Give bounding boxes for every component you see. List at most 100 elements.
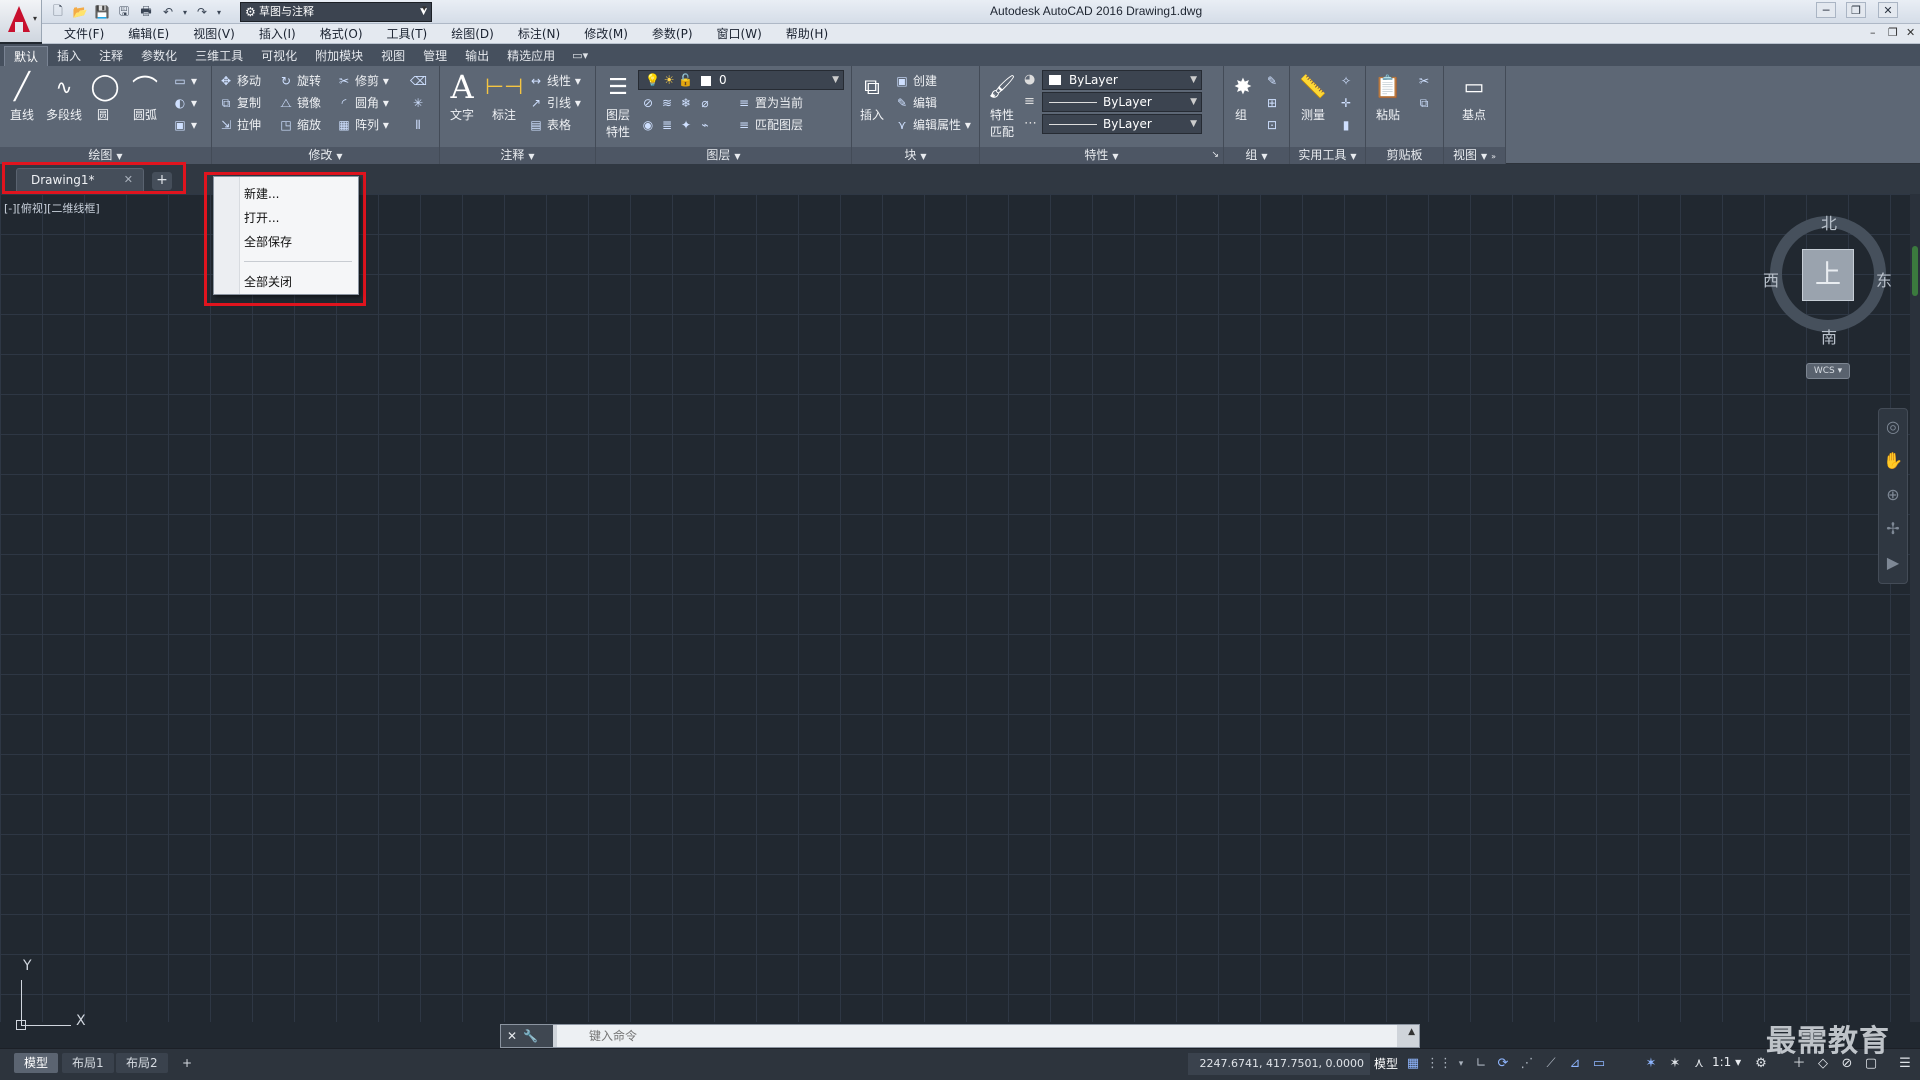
open-file-icon[interactable]: 📂: [70, 3, 90, 21]
tab-featured-apps[interactable]: 精选应用: [498, 46, 564, 66]
layer-dropdown[interactable]: 💡 ☀ 🔓 0 ▼: [638, 70, 844, 90]
color-dropdown[interactable]: ByLayer ▼: [1042, 70, 1202, 90]
menu-tools[interactable]: 工具(T): [375, 24, 440, 44]
doc-restore-icon[interactable]: ❐: [1888, 26, 1898, 39]
annotation-visibility-icon[interactable]: ✶: [1666, 1055, 1684, 1073]
pan-hand-icon[interactable]: ✋: [1879, 443, 1907, 477]
point-button[interactable]: ✛: [1338, 92, 1357, 114]
workspace-selector[interactable]: ⚙ 草图与注释 ▼: [240, 2, 432, 22]
line-button[interactable]: ╱ 直线: [4, 70, 40, 123]
menu-draw[interactable]: 绘图(D): [439, 24, 506, 44]
polar-icon[interactable]: ⟳: [1494, 1055, 1512, 1073]
tab-output[interactable]: 输出: [456, 46, 498, 66]
arc-button[interactable]: ⌒ 圆弧: [124, 70, 166, 123]
ungroup-button[interactable]: ✎: [1264, 70, 1283, 92]
annotation-scale-value[interactable]: 1:1 ▾: [1712, 1055, 1741, 1069]
grid-icon[interactable]: ▦: [1404, 1055, 1422, 1073]
panel-utilities-title[interactable]: 实用工具 ▼: [1290, 147, 1365, 164]
panel-layers-title[interactable]: 图层 ▼: [596, 147, 851, 164]
auto-scale-icon[interactable]: ⋏: [1690, 1055, 1708, 1073]
tab-addins[interactable]: 附加模块: [306, 46, 372, 66]
erase-button[interactable]: ⌫: [410, 70, 429, 92]
zoom-extents-icon[interactable]: ⊕: [1879, 477, 1907, 511]
menu-dimension[interactable]: 标注(N): [506, 24, 572, 44]
properties-launcher-icon[interactable]: ↘: [1211, 147, 1219, 164]
linetype-dropdown[interactable]: ByLayer ▼: [1042, 92, 1202, 112]
mirror-button[interactable]: ⧍ 镜像: [278, 92, 321, 114]
application-menu-button[interactable]: ▾: [0, 0, 42, 42]
tab-annotate[interactable]: 注释: [90, 46, 132, 66]
tab-manage[interactable]: 管理: [414, 46, 456, 66]
redo-dropdown-icon[interactable]: ▾: [214, 3, 224, 21]
menu-modify[interactable]: 修改(M): [572, 24, 640, 44]
annotation-scale-icon[interactable]: ✶: [1642, 1055, 1660, 1073]
dimension-button[interactable]: ⊢⊣ 标注: [485, 70, 523, 123]
group-select-button[interactable]: ⊡: [1264, 114, 1283, 136]
text-button[interactable]: A 文字: [444, 68, 480, 123]
rotate-button[interactable]: ↻ 旋转: [278, 70, 321, 92]
undo-icon[interactable]: ↶: [158, 3, 178, 21]
panel-clipboard-title[interactable]: 剪贴板: [1366, 147, 1443, 164]
snap-dropdown-icon[interactable]: ▾: [1452, 1055, 1470, 1073]
layout-tab-layout2[interactable]: 布局2: [116, 1053, 168, 1073]
doc-minimize-icon[interactable]: –: [1870, 26, 1876, 39]
linear-button[interactable]: ↔ 线性 ▾: [528, 70, 581, 92]
match-properties-button[interactable]: 🖌 特性 匹配: [984, 70, 1020, 140]
compass-north[interactable]: 北: [1821, 210, 1837, 234]
close-icon[interactable]: ✕: [507, 1029, 517, 1043]
menu-file[interactable]: 文件(F): [52, 24, 116, 44]
set-current-button[interactable]: ≡ 置为当前: [736, 92, 803, 114]
menu-parametric[interactable]: 参数(P): [640, 24, 705, 44]
scale-button[interactable]: ◳ 缩放: [278, 114, 321, 136]
tab-default[interactable]: 默认: [4, 46, 49, 66]
panel-modify-title[interactable]: 修改 ▼: [212, 147, 439, 164]
region-button[interactable]: ▣ ▾: [172, 114, 197, 136]
steering-wheel-icon[interactable]: ◎: [1879, 409, 1907, 443]
layer-tool-row-1[interactable]: ⊘ ≋ ❄ ⌀: [640, 92, 716, 114]
showmotion-icon[interactable]: ▶: [1879, 545, 1907, 579]
table-button[interactable]: ▤ 表格: [528, 114, 571, 136]
circle-button[interactable]: ◯ 圆: [88, 70, 119, 123]
array-button[interactable]: ▦ 阵列 ▾: [336, 114, 389, 136]
create-block-button[interactable]: ▣ 创建: [894, 70, 937, 92]
edit-attributes-button[interactable]: ⋎ 编辑属性 ▾: [894, 114, 971, 136]
offset-button[interactable]: ⫴: [410, 114, 429, 136]
customization-menu-icon[interactable]: ☰: [1896, 1055, 1914, 1073]
lineweight-toggle-icon[interactable]: ⊿: [1566, 1055, 1584, 1073]
vertical-scrollbar[interactable]: [1910, 194, 1920, 1022]
tab-3d-tools[interactable]: 三维工具: [186, 46, 252, 66]
insert-block-button[interactable]: ⧉ 插入: [854, 70, 890, 123]
coordinates-display[interactable]: 2247.6741, 417.7501, 0.0000: [1188, 1053, 1370, 1075]
panel-view-title[interactable]: 视图 ▼»: [1444, 147, 1505, 164]
save-as-icon[interactable]: 🖫: [114, 3, 134, 21]
leader-button[interactable]: ↗ 引线 ▾: [528, 92, 581, 114]
explode-button[interactable]: ✳: [410, 92, 429, 114]
redo-icon[interactable]: ↷: [192, 3, 212, 21]
new-file-icon[interactable]: 🗋: [48, 3, 68, 21]
wrench-icon[interactable]: 🔧: [523, 1029, 538, 1043]
quick-select-button[interactable]: ✧: [1338, 70, 1357, 92]
layout-tab-model[interactable]: 模型: [14, 1053, 59, 1073]
compass-east[interactable]: 东: [1876, 267, 1892, 291]
tab-parametric[interactable]: 参数化: [132, 46, 186, 66]
viewport-controls[interactable]: [-][俯视][二维线框]: [4, 200, 100, 216]
snap-icon[interactable]: ⋮⋮: [1426, 1055, 1452, 1073]
paste-button[interactable]: 📋 粘贴: [1370, 70, 1406, 123]
scrollbar-thumb[interactable]: [1912, 246, 1918, 296]
wcs-menu-button[interactable]: WCS ▾: [1806, 363, 1850, 379]
undo-dropdown-icon[interactable]: ▾: [180, 3, 190, 21]
fillet-button[interactable]: ◜ 圆角 ▾: [336, 92, 389, 114]
compass-west[interactable]: 西: [1763, 267, 1779, 291]
tab-visualize[interactable]: 可视化: [252, 46, 306, 66]
viewcube-top-face[interactable]: 上: [1802, 249, 1854, 301]
menu-window[interactable]: 窗口(W): [705, 24, 774, 44]
tab-insert[interactable]: 插入: [48, 46, 90, 66]
restore-button[interactable]: ❐: [1846, 2, 1866, 18]
minimize-button[interactable]: ─: [1816, 2, 1836, 18]
stretch-button[interactable]: ⇲ 拉伸: [218, 114, 261, 136]
command-input[interactable]: [557, 1025, 1397, 1047]
base-view-button[interactable]: ▭ 基点: [1456, 70, 1492, 123]
menu-item-new[interactable]: 新建...: [244, 185, 279, 202]
ortho-icon[interactable]: ∟: [1472, 1055, 1490, 1073]
ribbon-display-toggle-icon[interactable]: ▭▾: [572, 46, 588, 66]
